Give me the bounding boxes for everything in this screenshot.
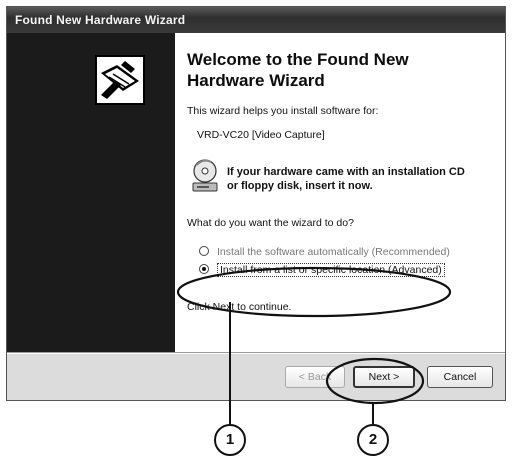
wizard-window: Found New Hardware Wizard Welcome to the…	[6, 6, 506, 401]
callout-number-2: 2	[368, 431, 378, 448]
page-title-line1: Welcome to the Found New	[187, 50, 409, 69]
wizard-content: Welcome to the Found New Hardware Wizard…	[175, 33, 505, 352]
cd-notice-text: If your hardware came with an installati…	[227, 165, 497, 193]
cd-notice: If your hardware came with an installati…	[187, 159, 487, 203]
option-advanced[interactable]: Install from a list or specific location…	[195, 261, 487, 279]
hardware-wizard-icon	[95, 55, 145, 105]
wizard-side-panel	[7, 33, 175, 352]
continue-hint: Click Next to continue.	[187, 301, 292, 313]
cd-drive-icon	[192, 159, 218, 192]
title-bar[interactable]: Found New Hardware Wizard	[7, 7, 505, 33]
option-advanced-label: Install from a list or specific location…	[217, 263, 445, 277]
cancel-button[interactable]: Cancel	[427, 366, 493, 388]
cd-notice-line1: If your hardware came with an installati…	[227, 166, 465, 178]
page-title: Welcome to the Found New Hardware Wizard	[187, 49, 487, 91]
option-automatic[interactable]: Install the software automatically (Reco…	[195, 243, 487, 261]
radio-automatic[interactable]	[199, 246, 209, 256]
radio-advanced[interactable]	[199, 264, 209, 274]
question-text: What do you want the wizard to do?	[187, 217, 354, 229]
next-button[interactable]: Next >	[353, 366, 415, 388]
option-automatic-label: Install the software automatically (Reco…	[217, 246, 450, 258]
footer-divider	[7, 352, 505, 354]
page-title-line2: Hardware Wizard	[187, 71, 325, 90]
intro-text: This wizard helps you install software f…	[187, 105, 379, 117]
window-title: Found New Hardware Wizard	[15, 13, 186, 27]
screenshot-page: Found New Hardware Wizard Welcome to the…	[0, 0, 512, 465]
device-name: VRD-VC20 [Video Capture]	[197, 129, 325, 141]
back-button[interactable]: < Back	[285, 366, 345, 388]
callout-number-1: 1	[225, 431, 235, 448]
cd-notice-line2: or floppy disk, insert it now.	[227, 180, 373, 192]
